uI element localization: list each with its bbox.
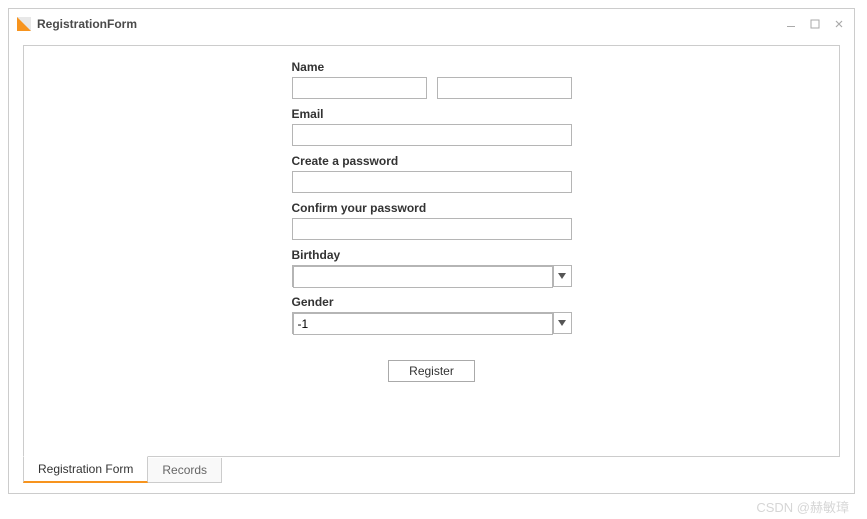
maximize-button[interactable]: [808, 17, 822, 31]
email-label: Email: [292, 107, 572, 121]
register-row: Register: [292, 360, 572, 382]
create-password-input[interactable]: [292, 171, 572, 193]
create-password-label: Create a password: [292, 154, 572, 168]
confirm-password-group: Confirm your password: [292, 201, 572, 240]
tab-records[interactable]: Records: [147, 458, 222, 483]
confirm-password-label: Confirm your password: [292, 201, 572, 215]
watermark: CSDN @赫敏璋: [756, 497, 849, 516]
registration-form: Name Email Create a password Confirm you…: [292, 60, 572, 382]
main-window: RegistrationForm Name Email: [8, 8, 855, 494]
minimize-button[interactable]: [784, 17, 798, 31]
gender-select[interactable]: [292, 312, 572, 334]
gender-input[interactable]: [293, 313, 553, 335]
titlebar: RegistrationForm: [9, 9, 854, 39]
create-password-group: Create a password: [292, 154, 572, 193]
caret-down-icon: [558, 320, 566, 326]
gender-label: Gender: [292, 295, 572, 309]
last-name-input[interactable]: [437, 77, 572, 99]
gender-group: Gender: [292, 295, 572, 334]
birthday-group: Birthday: [292, 248, 572, 287]
window-title: RegistrationForm: [37, 17, 137, 31]
name-label: Name: [292, 60, 572, 74]
email-field-group: Email: [292, 107, 572, 146]
first-name-input[interactable]: [292, 77, 427, 99]
caret-down-icon: [558, 273, 566, 279]
birthday-picker[interactable]: [292, 265, 572, 287]
register-button[interactable]: Register: [388, 360, 475, 382]
birthday-input[interactable]: [293, 266, 553, 288]
app-icon: [17, 17, 31, 31]
email-input[interactable]: [292, 124, 572, 146]
birthday-label: Birthday: [292, 248, 572, 262]
confirm-password-input[interactable]: [292, 218, 572, 240]
window-controls: [784, 17, 846, 31]
content-panel: Name Email Create a password Confirm you…: [23, 45, 840, 457]
tab-registration-form[interactable]: Registration Form: [23, 456, 148, 483]
tab-strip: Registration Form Records: [23, 457, 840, 483]
birthday-dropdown-button[interactable]: [553, 266, 571, 286]
gender-dropdown-button[interactable]: [553, 313, 571, 333]
name-field-group: Name: [292, 60, 572, 99]
close-button[interactable]: [832, 17, 846, 31]
